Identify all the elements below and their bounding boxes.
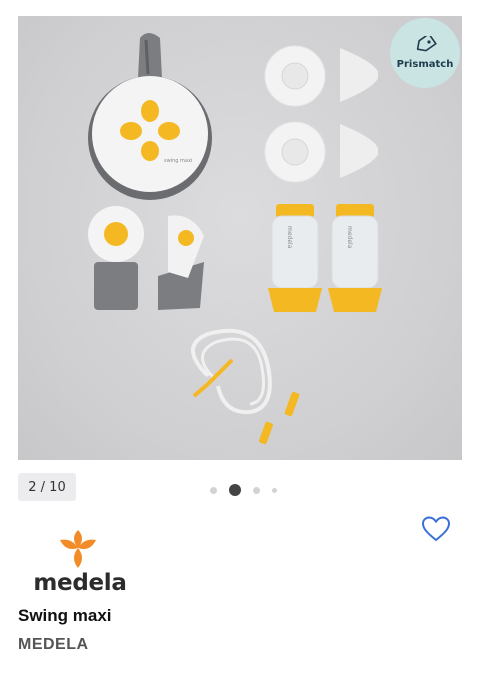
pagination-dot[interactable] xyxy=(210,486,217,494)
tag-icon xyxy=(416,36,437,52)
pagination-dot[interactable] xyxy=(272,487,277,493)
bottle-label-right: medela xyxy=(346,226,353,249)
pagination-dot[interactable] xyxy=(253,486,260,494)
heart-outline-icon[interactable] xyxy=(421,515,451,543)
image-counter: 2 / 10 xyxy=(18,473,76,501)
brand-logo-word: medela xyxy=(33,570,127,596)
product-image-gallery[interactable]: swing maxi medela medela Prismatch xyxy=(18,16,462,460)
product-brand[interactable]: MEDELA xyxy=(18,636,89,654)
medela-flower-icon xyxy=(60,530,96,568)
product-photo: swing maxi medela medela xyxy=(88,33,382,445)
brand-logo[interactable]: medela xyxy=(30,526,130,596)
bottle-label-left: medela xyxy=(286,226,293,249)
device-label: swing maxi xyxy=(164,158,192,164)
product-title: Swing maxi xyxy=(18,606,112,625)
gallery-pagination xyxy=(210,483,277,497)
prismatch-label: Prismatch xyxy=(396,59,454,70)
pagination-dot-active[interactable] xyxy=(229,484,241,496)
prismatch-badge[interactable]: Prismatch xyxy=(390,18,460,88)
